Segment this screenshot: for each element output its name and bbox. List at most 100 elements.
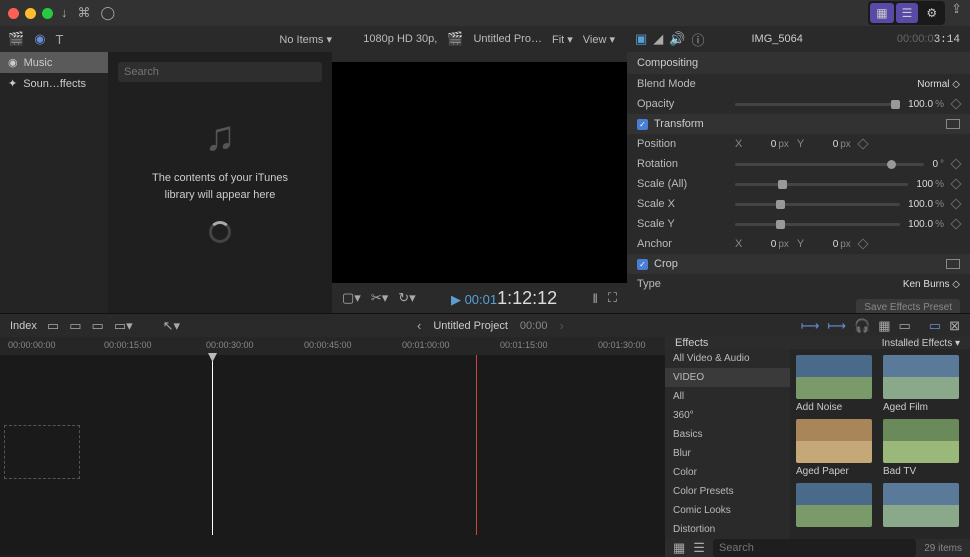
items-dropdown[interactable]: No Items ▾ [279,33,332,46]
scale-x-value[interactable]: 100.0 [908,199,933,210]
transform-header[interactable]: ✓ Transform [627,114,970,134]
adjust-icon[interactable]: ⚙ [920,3,943,23]
timeline-ruler[interactable]: 00:00:00:00 00:00:15:00 00:00:30:00 00:0… [0,337,665,355]
effect-item[interactable]: Aged Paper [796,419,877,477]
info-icon[interactable]: ⓘ [691,30,704,49]
solo-icon[interactable]: 🎧 [854,318,870,334]
keyword-icon[interactable]: ⌘ [78,5,91,21]
opacity-value[interactable]: 100.0 [908,99,933,110]
media-icon[interactable]: 🎬 [8,31,24,47]
save-preset-button[interactable]: Save Effects Preset [856,299,960,314]
fit-dropdown[interactable]: Fit ▾ [552,33,573,46]
crop-checkbox[interactable]: ✓ [637,259,648,270]
index-button[interactable]: Index [10,320,37,332]
effects-browser-icon[interactable]: ▦ [878,318,890,334]
titles-icon[interactable]: T [56,32,64,47]
reset-icon[interactable] [946,259,960,269]
effect-item[interactable]: Bad TV [883,419,964,477]
connect-icon[interactable]: ▭ [47,318,59,334]
effect-item[interactable] [883,483,964,530]
scale-y-value[interactable]: 100.0 [908,219,933,230]
opacity-slider[interactable] [735,103,900,106]
crop-header[interactable]: ✓ Crop [627,254,970,274]
render-icon[interactable]: ◯ [101,5,116,21]
position-y-field[interactable]: 0 [808,139,838,150]
transitions-icon[interactable]: ▭ [899,318,911,334]
effects-category[interactable]: Comic Looks [665,501,790,520]
anchor-x-field[interactable]: 0 [746,239,776,250]
clip-placeholder[interactable] [4,425,80,479]
timeline-track[interactable] [0,355,665,535]
blend-mode-dropdown[interactable]: Normal ◇ [917,79,960,90]
effects-category[interactable]: Distortion [665,520,790,539]
sidebar-item-sound-effects[interactable]: ✦ Soun…ffects [0,73,108,94]
playhead[interactable] [212,355,213,535]
share-icon[interactable]: ⇪ [951,1,962,25]
rotation-dial[interactable] [735,163,924,166]
timeline[interactable]: 00:00:00:00 00:00:15:00 00:00:30:00 00:0… [0,337,665,555]
close-icon[interactable] [8,8,19,19]
effects-category[interactable]: Color [665,463,790,482]
list-view-icon[interactable]: ☰ [896,3,919,23]
photos-icon[interactable]: ◉ [34,31,45,47]
reset-icon[interactable] [946,119,960,129]
minimize-icon[interactable] [25,8,36,19]
timeline-end-icon[interactable]: ⊠ [949,318,960,334]
effects-category[interactable]: Color Presets [665,482,790,501]
keyframe-icon[interactable] [950,98,961,109]
scale-all-slider[interactable] [735,183,908,186]
insert-icon[interactable]: ▭ [69,318,81,334]
view-dropdown[interactable]: View ▾ [583,33,615,46]
color-icon[interactable]: ◢ [653,31,663,47]
scale-all-value[interactable]: 100 [916,179,933,190]
timeline-view-icon[interactable]: ▭ [929,318,941,334]
sidebar-item-music[interactable]: ◉ Music [0,52,108,73]
list-mode-icon[interactable]: ☰ [693,540,705,556]
effect-item[interactable] [796,483,877,530]
effect-item[interactable]: Aged Film [883,355,964,413]
skimmer[interactable] [476,355,477,535]
append-icon[interactable]: ▭ [92,318,104,334]
clapboard-icon[interactable]: 🎬 [447,31,463,47]
scale-y-slider[interactable] [735,223,900,226]
import-icon[interactable]: ↓ [61,5,68,21]
position-x-field[interactable]: 0 [746,139,776,150]
grid-view-icon[interactable]: ▦ [870,3,893,23]
overwrite-icon[interactable]: ▭▾ [114,318,133,334]
fullscreen-icon[interactable]: ⛶ [608,290,617,306]
maximize-icon[interactable] [42,8,53,19]
keyframe-icon[interactable] [950,198,961,209]
search-input[interactable] [118,62,322,82]
keyframe-icon[interactable] [950,218,961,229]
skimming-icon[interactable]: ⟼ [801,318,820,334]
scale-x-slider[interactable] [735,203,900,206]
crop-tool-icon[interactable]: ▢▾ [342,290,361,306]
project-name[interactable]: Untitled Pro… [473,33,541,45]
audio-icon[interactable]: 🔊 [669,31,685,47]
effects-search-input[interactable] [713,539,916,557]
snap-icon[interactable]: ⟼ [827,318,846,334]
grid-mode-icon[interactable]: ▦ [673,540,685,556]
effects-category[interactable]: VIDEO [665,368,790,387]
compositing-header[interactable]: Compositing [627,52,970,74]
keyframe-icon[interactable] [950,158,961,169]
transform-checkbox[interactable]: ✓ [637,119,648,130]
effects-category[interactable]: All Video & Audio [665,349,790,368]
transform-tool-icon[interactable]: ✂▾ [371,290,388,306]
forward-icon[interactable]: › [559,318,563,333]
effects-category[interactable]: 360° [665,406,790,425]
effects-category[interactable]: Blur [665,444,790,463]
installed-effects-dropdown[interactable]: Installed Effects ▾ [882,338,960,349]
keyframe-icon[interactable] [857,138,868,149]
retime-tool-icon[interactable]: ↻▾ [398,290,415,306]
effect-item[interactable]: Add Noise [796,355,877,413]
rotation-value[interactable]: 0 [932,159,938,170]
loop-icon[interactable]: ‖ [593,291,598,306]
crop-type-dropdown[interactable]: Ken Burns ◇ [903,279,960,290]
keyframe-icon[interactable] [950,178,961,189]
effects-category[interactable]: All [665,387,790,406]
back-icon[interactable]: ‹ [417,318,421,333]
viewer-canvas[interactable] [332,62,627,283]
anchor-y-field[interactable]: 0 [808,239,838,250]
arrow-tool-icon[interactable]: ↖▾ [163,318,180,334]
